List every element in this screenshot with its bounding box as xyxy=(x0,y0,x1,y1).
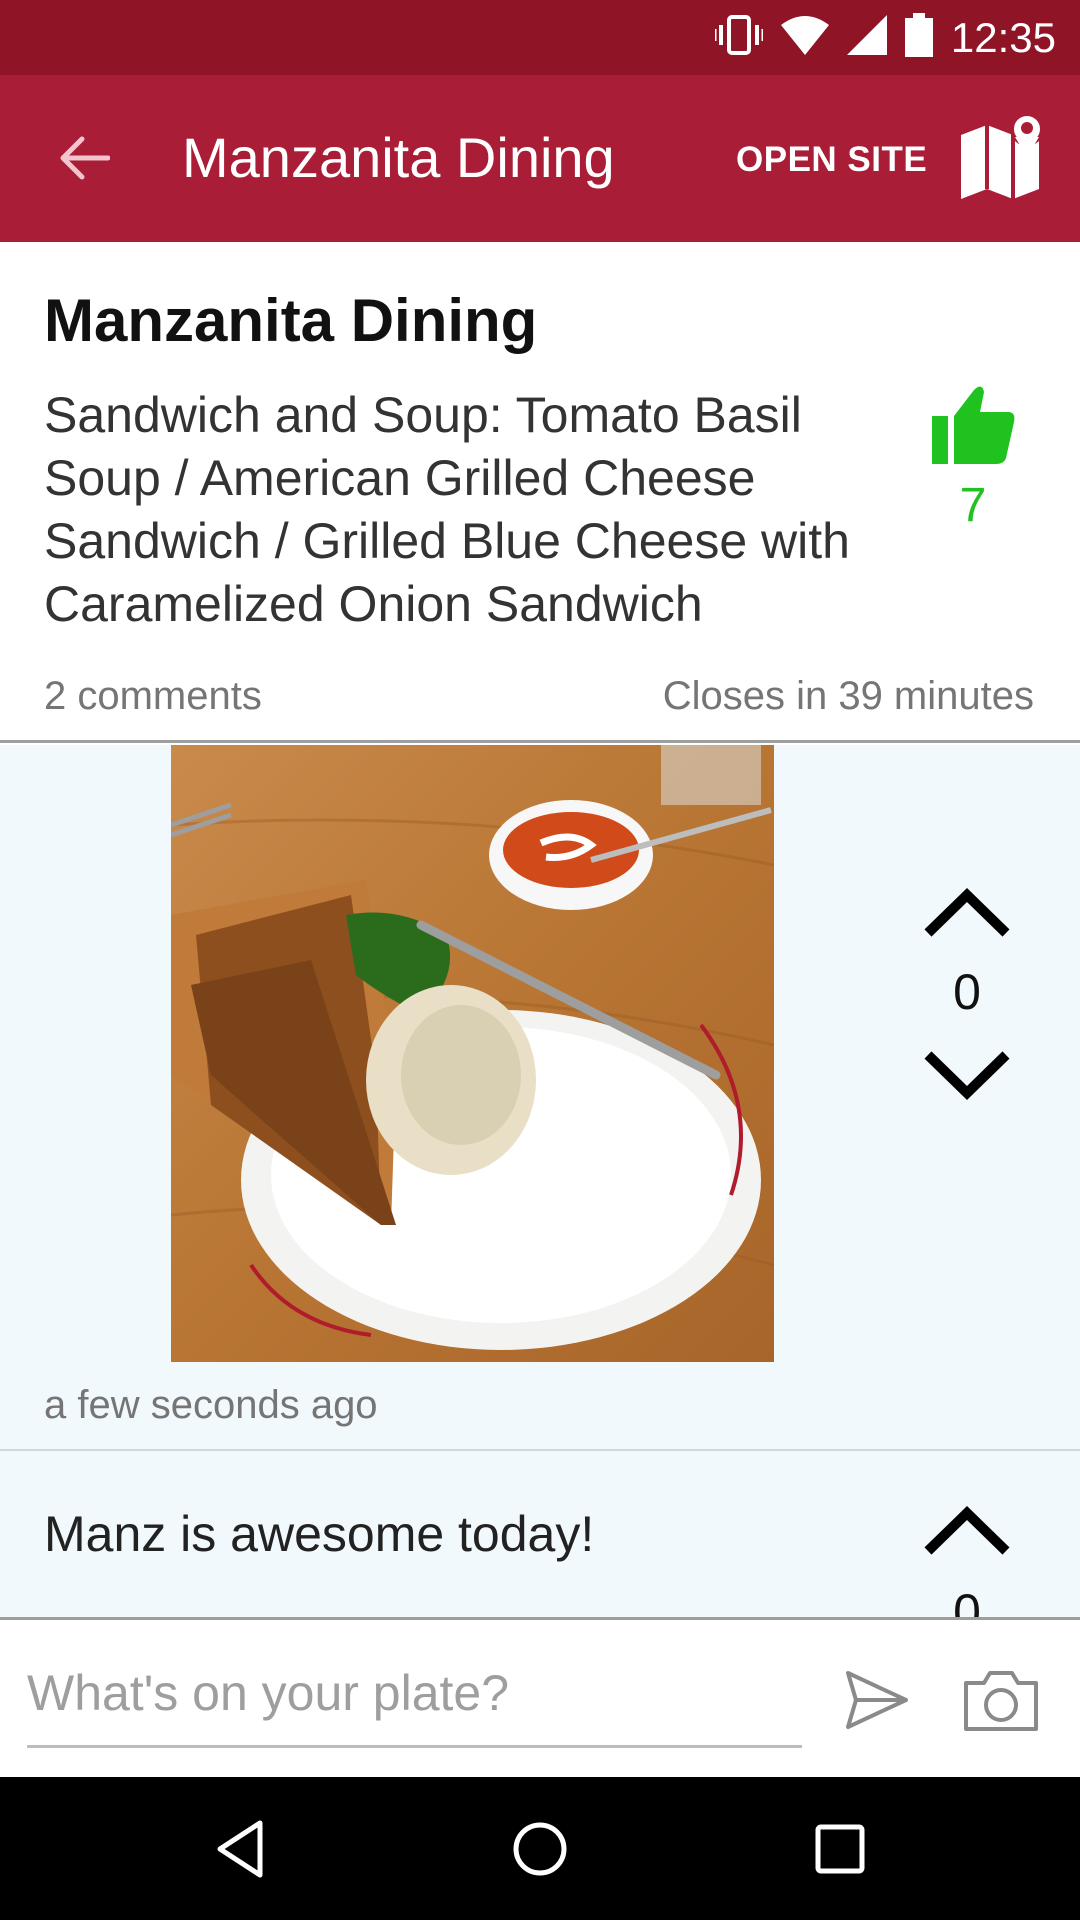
circle-home-icon xyxy=(513,1822,567,1876)
thumbs-up-icon xyxy=(932,386,1015,464)
vote-count: 0 xyxy=(953,964,981,1020)
dining-header-card: Manzanita Dining Sandwich and Soup: Toma… xyxy=(0,242,1080,743)
post-timestamp: a few seconds ago xyxy=(44,1383,378,1427)
vibrate-icon xyxy=(713,13,765,62)
status-time: 12:35 xyxy=(950,13,1056,61)
arrow-back-icon xyxy=(60,136,110,180)
like-button[interactable] xyxy=(928,382,1018,472)
chevron-up-icon xyxy=(924,1506,1010,1555)
divider xyxy=(0,1449,1080,1451)
chevron-down-icon xyxy=(924,1051,1010,1100)
comments-count[interactable]: 2 comments xyxy=(44,674,262,719)
square-recents-icon xyxy=(815,1824,865,1874)
nav-home-button[interactable] xyxy=(508,1817,572,1881)
camera-button[interactable] xyxy=(962,1665,1040,1735)
status-icons: 12:35 xyxy=(713,0,1056,75)
wifi-icon xyxy=(780,15,829,60)
plate-input[interactable] xyxy=(27,1648,802,1748)
post-photo[interactable] xyxy=(171,745,774,1362)
like-count: 7 xyxy=(959,479,987,532)
nav-back-button[interactable] xyxy=(210,1817,274,1881)
send-button[interactable] xyxy=(842,1665,912,1735)
system-nav-bar xyxy=(0,1777,1080,1920)
closing-time: Closes in 39 minutes xyxy=(662,674,1034,718)
chevron-up-icon xyxy=(924,888,1010,937)
menu-description: Sandwich and Soup: Tomato Basil Soup / A… xyxy=(44,387,850,632)
divider xyxy=(0,740,1080,743)
nav-recents-button[interactable] xyxy=(808,1817,872,1881)
map-button[interactable] xyxy=(955,112,1055,203)
place-name: Manzanita Dining xyxy=(44,287,538,354)
triangle-back-icon xyxy=(217,1820,263,1878)
cell-signal-icon xyxy=(846,15,887,60)
vote-count: 0 xyxy=(953,1584,981,1617)
composer-bar xyxy=(0,1617,1080,1777)
feed-list[interactable]: 0 a few seconds ago Manz is awesome toda… xyxy=(0,745,1080,1617)
comment-text: Manz is awesome today! xyxy=(44,1506,595,1562)
status-bar: 12:35 xyxy=(0,0,1080,75)
map-icon xyxy=(961,112,1044,199)
downvote-button[interactable] xyxy=(922,1045,1012,1105)
app-title: Manzanita Dining xyxy=(182,126,615,189)
back-button[interactable] xyxy=(44,123,124,193)
send-icon xyxy=(846,1671,908,1729)
app-bar: Manzanita Dining OPEN SITE xyxy=(0,75,1080,242)
camera-icon xyxy=(964,1671,1038,1731)
upvote-button[interactable] xyxy=(922,883,1012,943)
upvote-button[interactable] xyxy=(922,1501,1012,1561)
battery-icon xyxy=(904,13,933,62)
open-site-button[interactable]: OPEN SITE xyxy=(736,140,927,180)
